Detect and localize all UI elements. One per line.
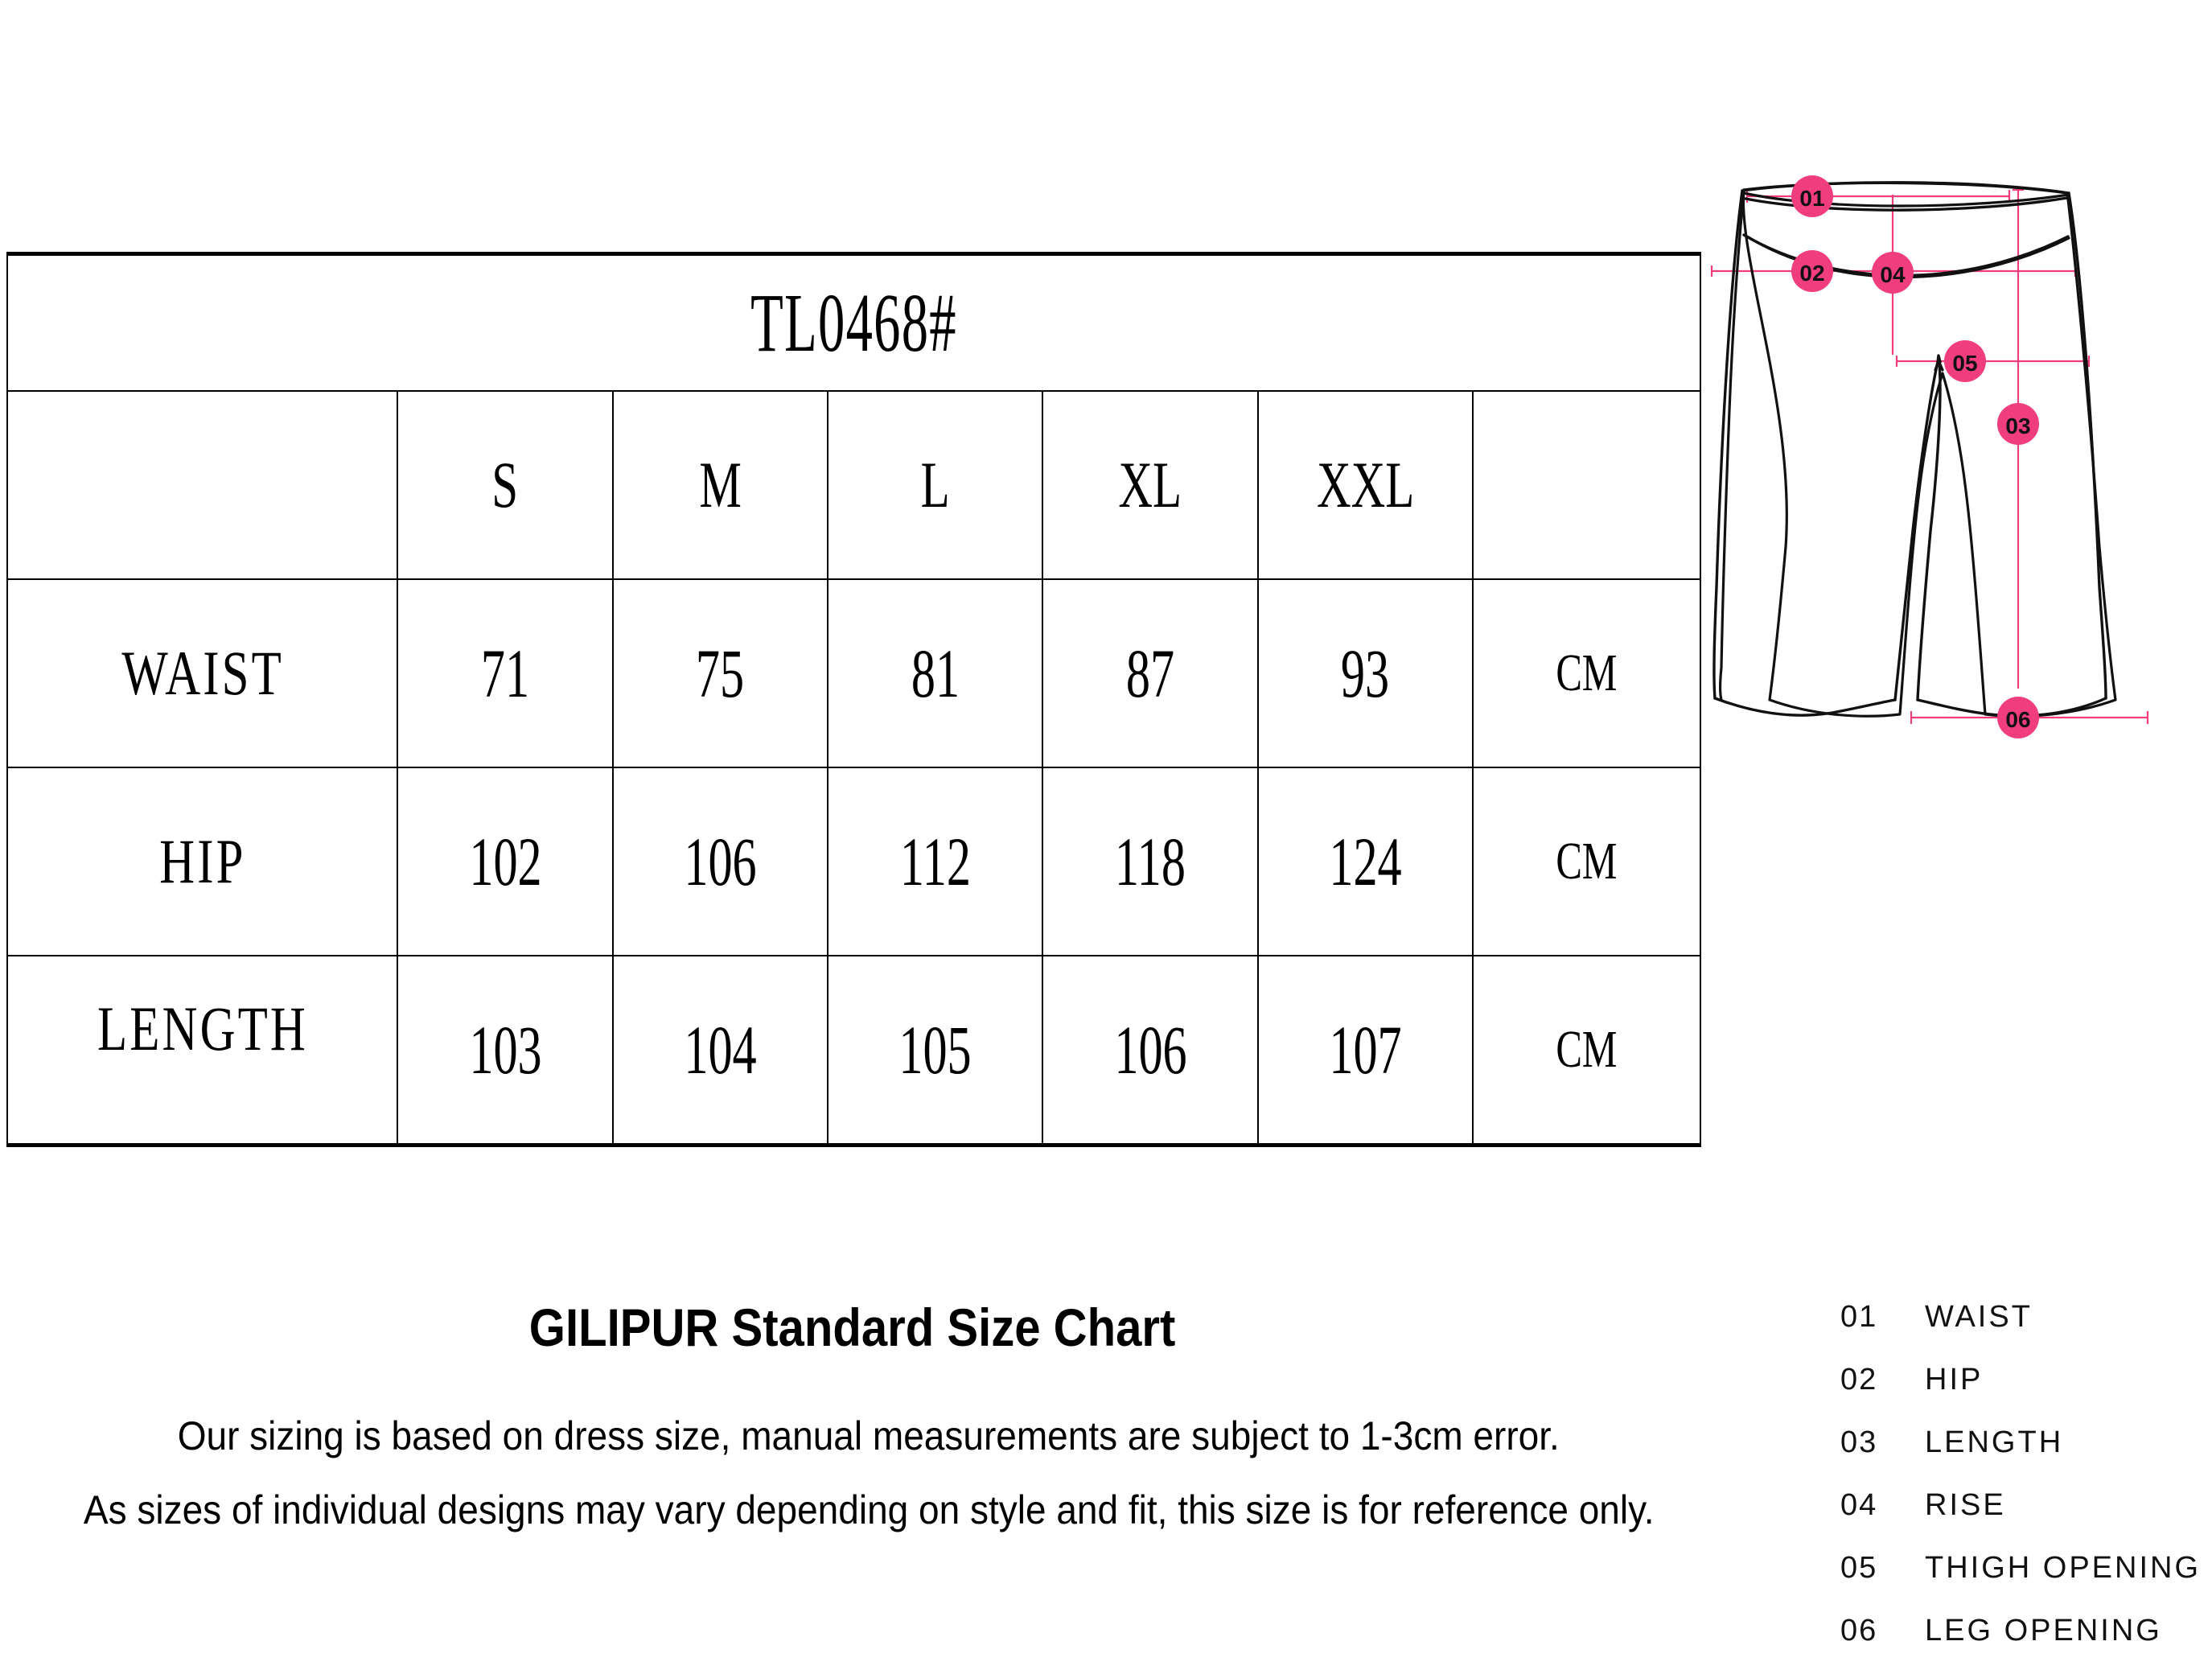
hip-xxl-value: 124 xyxy=(1256,767,1474,956)
waist-xl-value: 87 xyxy=(1042,578,1259,768)
length-l-value: 105 xyxy=(827,955,1044,1147)
legend-label-waist: WAIST xyxy=(1925,1299,2033,1334)
brand-size-chart-title: GILIPUR Standard Size Chart xyxy=(529,1298,1176,1357)
hip-unit: CM xyxy=(1472,767,1701,956)
legend-item-02: 02 HIP xyxy=(1840,1356,2210,1403)
waist-l-value: 81 xyxy=(827,578,1044,768)
marker-03: 03 xyxy=(1997,403,2039,445)
table-row-length: LENGTH 103 104 105 106 107 CM xyxy=(6,955,1701,1147)
table-row-hip: HIP 102 106 112 118 124 CM xyxy=(6,767,1701,956)
size-header-xl: XL xyxy=(1072,390,1229,580)
size-header-row: S M L XL XXL xyxy=(6,390,1701,580)
size-header-l: L xyxy=(857,390,1013,580)
size-header-xxl: XXL xyxy=(1287,390,1444,580)
legend-label-hip: HIP xyxy=(1925,1362,1984,1396)
legend-num-04: 04 xyxy=(1840,1487,1878,1522)
waist-m-value: 75 xyxy=(611,578,829,768)
size-chart-table: TL0468# S M L XL XXL WAIST 71 75 81 87 9… xyxy=(6,252,1701,1147)
pants-technical-drawing: 01 04 02 05 03 06 xyxy=(1697,169,2212,764)
waist-s-value: 71 xyxy=(397,578,614,768)
hip-m-value: 106 xyxy=(611,767,829,956)
row-label-length: LENGTH xyxy=(6,955,399,1147)
legend-item-05: 05 THIGH OPENING xyxy=(1840,1545,2210,1591)
waist-unit: CM xyxy=(1472,578,1701,768)
size-header-m: M xyxy=(642,390,799,580)
hip-l-value: 112 xyxy=(827,767,1044,956)
hip-s-value: 102 xyxy=(397,767,614,956)
length-m-value: 104 xyxy=(611,955,829,1147)
legend-item-03: 03 LENGTH xyxy=(1840,1419,2210,1466)
row-label-hip: HIP xyxy=(6,767,399,956)
marker-05-label: 05 xyxy=(1952,351,1977,376)
legend-num-02: 02 xyxy=(1840,1362,1878,1396)
waist-xxl-value: 93 xyxy=(1256,578,1474,768)
legend-item-06: 06 LEG OPENING xyxy=(1840,1607,2210,1654)
measurement-legend: 01 WAIST 02 HIP 03 LENGTH 04 RISE 05 THI… xyxy=(1840,1294,2210,1670)
marker-01-label: 01 xyxy=(1799,186,1824,211)
disclaimer-line-2: As sizes of individual designs may vary … xyxy=(83,1487,1655,1532)
marker-02-label: 02 xyxy=(1799,261,1824,286)
legend-num-01: 01 xyxy=(1840,1299,1878,1334)
marker-06-label: 06 xyxy=(2005,707,2030,732)
length-s-value: 103 xyxy=(397,955,614,1147)
legend-label-rise: RISE xyxy=(1925,1487,2006,1522)
length-unit: CM xyxy=(1472,955,1701,1147)
legend-item-04: 04 RISE xyxy=(1840,1482,2210,1528)
length-xl-value: 106 xyxy=(1042,955,1259,1147)
marker-04: 04 xyxy=(1872,252,1914,294)
marker-04-label: 04 xyxy=(1880,262,1906,287)
header-unit-blank xyxy=(1472,390,1701,580)
legend-label-thigh-opening: THIGH OPENING xyxy=(1925,1550,2202,1585)
marker-05: 05 xyxy=(1944,340,1986,382)
style-code-title: TL0468# xyxy=(175,252,1532,392)
legend-label-length: LENGTH xyxy=(1925,1425,2064,1459)
hip-xl-value: 118 xyxy=(1042,767,1259,956)
size-header-s: S xyxy=(427,390,584,580)
table-row-waist: WAIST 71 75 81 87 93 CM xyxy=(6,578,1701,768)
header-corner-blank xyxy=(6,390,399,580)
table-title-row: TL0468# xyxy=(7,252,1700,392)
legend-item-01: 01 WAIST xyxy=(1840,1294,2210,1340)
row-label-waist: WAIST xyxy=(6,578,399,768)
marker-02: 02 xyxy=(1791,250,1833,292)
legend-num-03: 03 xyxy=(1840,1425,1878,1459)
style-code-text: TL0468# xyxy=(750,277,957,369)
length-xxl-value: 107 xyxy=(1256,955,1474,1147)
disclaimer-line-1: Our sizing is based on dress size, manua… xyxy=(177,1413,1560,1458)
marker-06: 06 xyxy=(1997,697,2039,738)
marker-03-label: 03 xyxy=(2005,413,2030,438)
legend-label-leg-opening: LEG OPENING xyxy=(1925,1613,2162,1647)
marker-01: 01 xyxy=(1791,175,1833,217)
legend-num-06: 06 xyxy=(1840,1613,1878,1647)
legend-num-05: 05 xyxy=(1840,1550,1878,1585)
